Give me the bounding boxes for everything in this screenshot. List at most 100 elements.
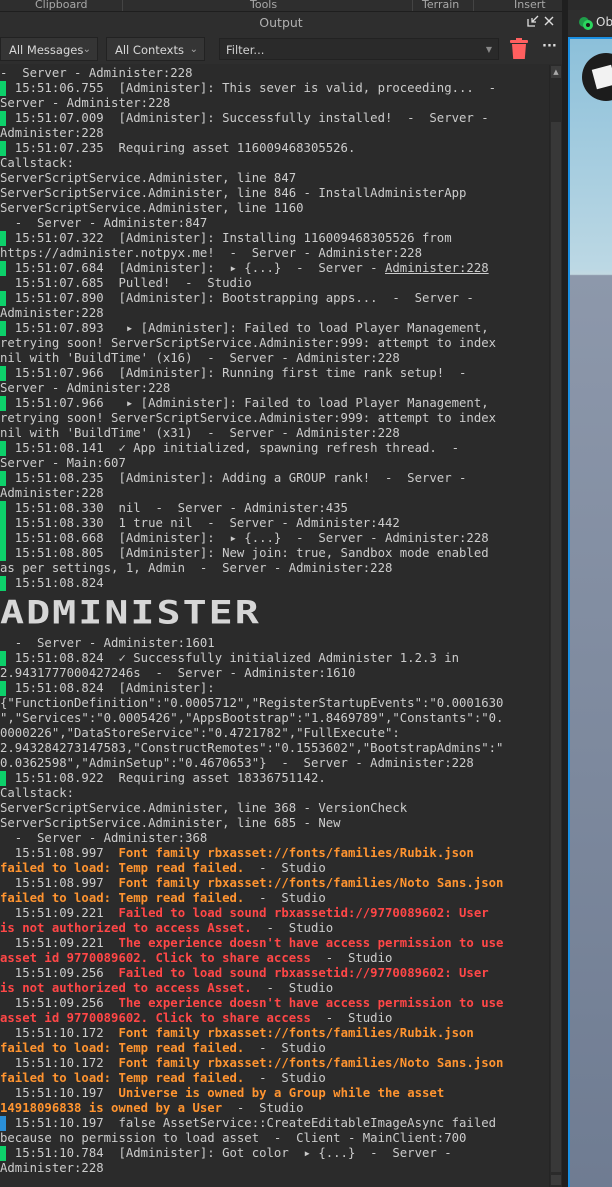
log-entry[interactable]: 15:51:07.685 Pulled! - Studio bbox=[0, 276, 548, 291]
client-log-entry[interactable]: 15:51:10.197 false AssetService::CreateE… bbox=[0, 1116, 548, 1146]
divider bbox=[412, 0, 413, 11]
log-entry[interactable]: 15:51:10.197 Universe is owned by a Grou… bbox=[0, 1086, 548, 1116]
log-line: 15:51:10.784 [Administer]: Got color ▸ {… bbox=[0, 1146, 548, 1161]
log-entry[interactable]: 15:51:08.141 ✓ App initialized, spawning… bbox=[0, 441, 548, 471]
log-line: nil with 'BuildTime' (x16) - Server - Ad… bbox=[0, 351, 548, 366]
log-entry[interactable]: 15:51:08.824 ADMINISTER - Server - Admini… bbox=[0, 576, 548, 651]
log-entry[interactable]: 15:51:08.824 [Administer]: {"FunctionDefi… bbox=[0, 681, 548, 771]
log-line: 0.0362598","AdminSetup":"0.4670653"} - S… bbox=[0, 756, 548, 771]
log-entry[interactable]: 15:51:06.755 [Administer]: This sever is… bbox=[0, 81, 548, 111]
ribbon-group-insert[interactable]: Insert bbox=[514, 0, 546, 11]
log-text: Administer:228 bbox=[0, 306, 104, 320]
more-icon[interactable]: ··· bbox=[542, 39, 557, 54]
info-marker-icon bbox=[0, 261, 6, 276]
log-text: - Studio bbox=[244, 861, 326, 875]
log-text: 15:51:07.890 [Administer]: Bootstrapping… bbox=[0, 291, 474, 305]
log-entry[interactable]: 15:51:09.256 The experience doesn't have… bbox=[0, 996, 548, 1026]
scroll-up-icon[interactable]: ▲ bbox=[551, 66, 561, 78]
roblox-logo-icon[interactable] bbox=[582, 53, 612, 101]
log-entry[interactable]: 15:51:07.322 [Administer]: Installing 11… bbox=[0, 231, 548, 261]
log-entry[interactable]: 15:51:07.966 ▸ [Administer]: Failed to l… bbox=[0, 396, 548, 441]
ribbon-group-tools[interactable]: Tools bbox=[250, 0, 277, 11]
error-text: is not authorized to access Asset. bbox=[0, 981, 252, 995]
log-line: 15:51:08.922 Requiring asset 18336751142… bbox=[0, 771, 548, 786]
message-type-dropdown[interactable]: All Messages ⌄ bbox=[0, 37, 98, 61]
scroll-down-button[interactable] bbox=[551, 1175, 561, 1185]
log-entry[interactable]: 15:51:08.330 nil - Server - Administer:4… bbox=[0, 501, 548, 516]
log-entry[interactable]: 15:51:08.330 1 true nil - Server - Admin… bbox=[0, 516, 548, 531]
log-text: 15:51:07.966 ▸ [Administer]: Failed to l… bbox=[0, 396, 489, 410]
log-entry[interactable]: 15:51:08.922 Requiring asset 18336751142… bbox=[0, 771, 548, 846]
log-entry[interactable]: 15:51:09.221 Failed to load sound rbxass… bbox=[0, 906, 548, 936]
log-line: - Server - Administer:368 bbox=[0, 831, 548, 846]
log-entry[interactable]: 15:51:08.668 [Administer]: ▸ {...} - Ser… bbox=[0, 531, 548, 546]
log-text: 0.0362598","AdminSetup":"0.4670653"} - S… bbox=[0, 756, 474, 770]
log-entry[interactable]: 15:51:08.805 [Administer]: New join: tru… bbox=[0, 546, 548, 576]
log-entry[interactable]: 15:51:07.009 [Administer]: Successfully … bbox=[0, 111, 548, 141]
log-entry[interactable]: 15:51:07.235 Requiring asset 11600946830… bbox=[0, 141, 548, 231]
log-text: 15:51:08.330 1 true nil - Server - Admin… bbox=[0, 516, 400, 530]
log-text: 15:51:09.256 bbox=[0, 966, 119, 980]
ribbon-group-terrain[interactable]: Terrain bbox=[422, 0, 459, 11]
log-text: 2.9431777000427246s - Server - Administe… bbox=[0, 666, 356, 680]
log-entry[interactable]: 15:51:08.997 Font family rbxasset://font… bbox=[0, 876, 548, 906]
log-text: 15:51:07.893 ▸ [Administer]: Failed to l… bbox=[0, 321, 489, 335]
log-line: - Server - Administer:847 bbox=[0, 216, 548, 231]
log-entry[interactable]: 15:51:07.893 ▸ [Administer]: Failed to l… bbox=[0, 321, 548, 366]
ribbon-group-clipboard[interactable]: Clipboard bbox=[35, 0, 88, 11]
log-text: 15:51:07.684 [Administer]: ▸ {...} - Ser… bbox=[0, 261, 385, 275]
log-entry[interactable]: 15:51:10.172 Font family rbxasset://font… bbox=[0, 1026, 548, 1056]
log-line: 15:51:10.172 Font family rbxasset://font… bbox=[0, 1056, 548, 1071]
warning-text: Font family rbxasset://fonts/families/No… bbox=[118, 876, 504, 890]
scrollbar-thumb[interactable] bbox=[551, 122, 561, 1172]
log-entry[interactable]: 15:51:09.221 The experience doesn't have… bbox=[0, 936, 548, 966]
viewport-tab[interactable]: Ob bbox=[568, 10, 612, 35]
log-text: 15:51:08.668 [Administer]: ▸ {...} - Ser… bbox=[0, 531, 489, 545]
log-text: Administer:228 bbox=[0, 1161, 104, 1175]
log-entry[interactable]: 15:51:07.684 [Administer]: ▸ {...} - Ser… bbox=[0, 261, 548, 276]
log-line: 15:51:08.824 bbox=[0, 576, 548, 591]
log-entry[interactable]: 15:51:10.172 Font family rbxasset://font… bbox=[0, 1056, 548, 1086]
log-text: 15:51:07.322 [Administer]: Installing 11… bbox=[0, 231, 452, 245]
info-marker-icon bbox=[0, 681, 6, 696]
log-line: - Server - Administer:228 bbox=[0, 66, 548, 81]
log-text: 15:51:08.997 bbox=[0, 876, 119, 890]
3d-viewport[interactable] bbox=[568, 37, 612, 1187]
close-icon[interactable] bbox=[543, 15, 555, 31]
log-entry[interactable]: 15:51:07.890 [Administer]: Bootstrapping… bbox=[0, 291, 548, 321]
log-line: Administer:228 bbox=[0, 1161, 548, 1176]
context-dropdown[interactable]: All Contexts ⌄ bbox=[106, 37, 205, 61]
filter-input[interactable]: Filter... ▼ bbox=[219, 38, 499, 60]
ascii-banner: ADMINISTER bbox=[0, 594, 261, 632]
log-text: Callstack: bbox=[0, 156, 75, 170]
log-entry[interactable]: 15:51:09.256 Failed to load sound rbxass… bbox=[0, 966, 548, 996]
info-marker-icon bbox=[0, 576, 6, 591]
log-line: 15:51:10.197 false AssetService::CreateE… bbox=[0, 1116, 548, 1131]
undock-icon[interactable] bbox=[527, 15, 539, 31]
source-link[interactable]: Administer:228 bbox=[385, 261, 489, 275]
log-text: - Server - Administer:1601 bbox=[0, 636, 215, 650]
filter-dropdown-icon[interactable]: ▼ bbox=[486, 39, 492, 61]
info-marker-icon bbox=[0, 441, 6, 456]
log-line: as per settings, 1, Admin - Server - Adm… bbox=[0, 561, 548, 576]
log-entry[interactable]: 15:51:10.784 [Administer]: Got color ▸ {… bbox=[0, 1146, 548, 1176]
log-text: ServerScriptService.Administer, line 116… bbox=[0, 201, 304, 215]
log-line: 15:51:07.322 [Administer]: Installing 11… bbox=[0, 231, 548, 246]
log-entry[interactable]: 15:51:07.966 [Administer]: Running first… bbox=[0, 366, 548, 396]
log-text: ServerScriptService.Administer, line 368… bbox=[0, 801, 408, 815]
log-text: {"FunctionDefinition":"0.0005712","Regis… bbox=[0, 696, 504, 710]
divider bbox=[473, 0, 474, 11]
log-entry[interactable]: 15:51:08.824 ✓ Successfully initialized … bbox=[0, 651, 548, 681]
warning-text: failed to load: Temp read failed. bbox=[0, 1041, 245, 1055]
log-text: - Studio bbox=[251, 921, 334, 935]
dropdown-value: All Messages bbox=[9, 43, 84, 57]
log-text: retrying soon! ServerScriptService.Admin… bbox=[0, 336, 497, 350]
scrollbar[interactable]: ▲ bbox=[549, 65, 562, 1187]
error-text: asset id 9770089602. Click to share acce… bbox=[0, 1011, 311, 1025]
log-entry[interactable]: 15:51:08.997 Font family rbxasset://font… bbox=[0, 846, 548, 876]
trash-icon[interactable] bbox=[510, 38, 528, 60]
log-line: 15:51:07.893 ▸ [Administer]: Failed to l… bbox=[0, 321, 548, 336]
log-entry[interactable]: 15:51:08.235 [Administer]: Adding a GROU… bbox=[0, 471, 548, 501]
log-entry[interactable]: - Server - Administer:228 bbox=[0, 66, 548, 81]
log-text: Server - Administer:228 bbox=[0, 381, 171, 395]
